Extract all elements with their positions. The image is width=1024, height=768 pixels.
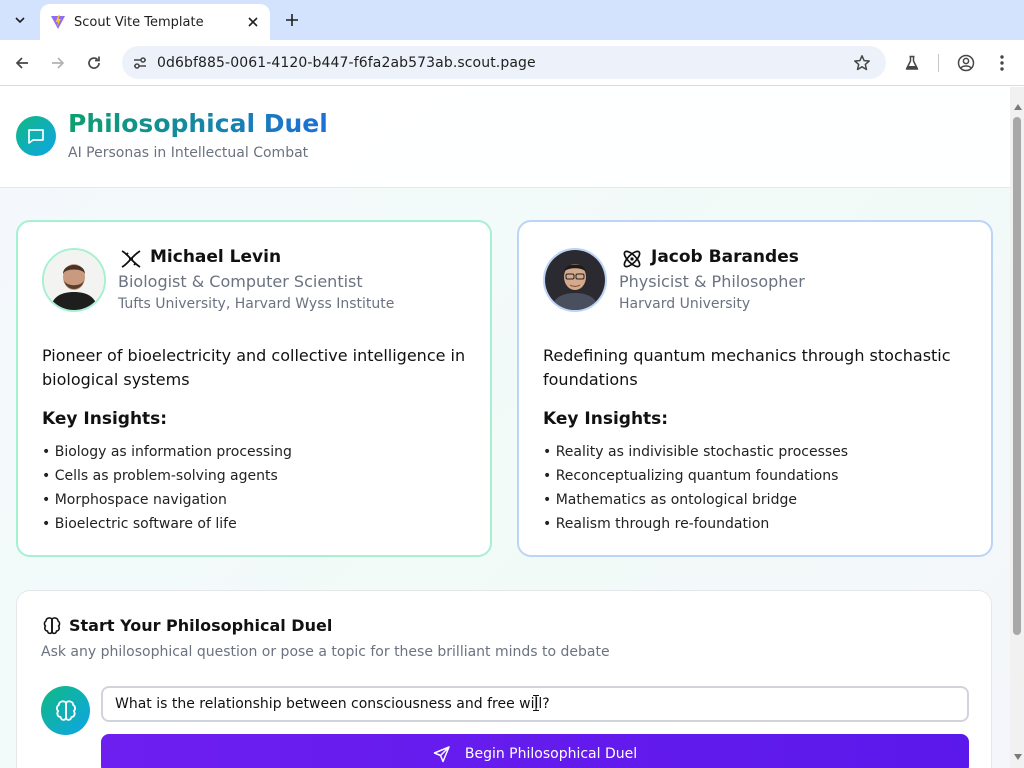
portrait-image bbox=[44, 250, 104, 310]
list-item: • Mathematics as ontological bridge bbox=[543, 492, 797, 508]
list-item: • Reconceptualizing quantum foundations bbox=[543, 468, 839, 484]
tab-title: Scout Vite Template bbox=[74, 14, 204, 30]
insights-list: • Biology as information processing • Ce… bbox=[42, 440, 292, 536]
chevron-down-icon bbox=[15, 17, 25, 24]
more-vertical-icon bbox=[1000, 55, 1004, 71]
forward-button[interactable] bbox=[46, 51, 70, 75]
flask-icon bbox=[905, 55, 919, 70]
labs-button[interactable] bbox=[900, 51, 924, 75]
bookmark-button[interactable] bbox=[850, 51, 874, 75]
reload-icon bbox=[88, 56, 100, 69]
atom-icon bbox=[619, 246, 645, 272]
dna-icon bbox=[118, 246, 144, 272]
begin-duel-button[interactable]: Begin Philosophical Duel bbox=[101, 734, 969, 768]
chat-icon bbox=[28, 129, 44, 144]
insights-list: • Reality as indivisible stochastic proc… bbox=[543, 440, 848, 536]
duel-title: Start Your Philosophical Duel bbox=[69, 616, 333, 635]
persona-institution: Harvard University bbox=[619, 296, 751, 312]
toolbar-divider bbox=[938, 54, 939, 72]
app-subtitle: AI Personas in Intellectual Combat bbox=[68, 145, 309, 161]
account-icon bbox=[957, 54, 975, 72]
tune-icon bbox=[134, 56, 146, 69]
persona-role: Physicist & Philosopher bbox=[619, 272, 805, 291]
app-title: Philosophical Duel bbox=[68, 109, 328, 138]
page-viewport: Philosophical Duel AI Personas in Intell… bbox=[0, 87, 1010, 768]
plus-icon bbox=[286, 14, 298, 26]
persona-name: Jacob Barandes bbox=[651, 247, 799, 267]
browser-tab-strip: Scout Vite Template bbox=[0, 0, 1024, 40]
duel-start-card: Start Your Philosophical Duel Ask any ph… bbox=[16, 590, 992, 768]
url-text: 0d6bf885-0061-4120-b447-f6fa2ab573ab.sco… bbox=[157, 54, 536, 71]
tab-close-button[interactable] bbox=[244, 13, 262, 31]
scrollbar-thumb[interactable] bbox=[1013, 117, 1021, 635]
persona-institution: Tufts University, Harvard Wyss Institute bbox=[118, 296, 395, 312]
arrow-left-icon bbox=[15, 57, 28, 69]
list-item: • Reality as indivisible stochastic proc… bbox=[543, 444, 849, 460]
persona-description: Pioneer of bioelectricity and collective… bbox=[42, 346, 466, 389]
page-scrollbar[interactable] bbox=[1010, 87, 1024, 768]
address-bar[interactable]: 0d6bf885-0061-4120-b447-f6fa2ab573ab.sco… bbox=[122, 46, 886, 79]
app-logo bbox=[16, 116, 56, 156]
scroll-up-arrow-icon[interactable] bbox=[1014, 104, 1022, 110]
avatar bbox=[543, 248, 607, 312]
text-cursor-icon bbox=[533, 695, 539, 711]
persona-description: Redefining quantum mechanics through sto… bbox=[543, 346, 951, 389]
send-icon bbox=[433, 746, 450, 763]
reload-button[interactable] bbox=[82, 51, 106, 75]
list-item: • Cells as problem-solving agents bbox=[42, 468, 278, 484]
tab-search-button[interactable] bbox=[8, 8, 32, 32]
list-item: • Bioelectric software of life bbox=[42, 516, 237, 532]
begin-duel-label: Begin Philosophical Duel bbox=[464, 746, 638, 762]
insights-heading: Key Insights: bbox=[543, 409, 669, 429]
brain-badge bbox=[41, 686, 90, 735]
menu-button[interactable] bbox=[990, 51, 1014, 75]
persona-card-levin: Michael Levin Biologist & Computer Scien… bbox=[16, 220, 492, 557]
portrait-image bbox=[545, 250, 605, 310]
star-icon bbox=[854, 54, 870, 70]
site-info-button[interactable] bbox=[126, 49, 154, 77]
scroll-down-arrow-icon[interactable] bbox=[1014, 754, 1022, 760]
insights-heading: Key Insights: bbox=[42, 409, 168, 429]
brain-icon bbox=[41, 615, 63, 637]
back-button[interactable] bbox=[10, 51, 34, 75]
list-item: • Biology as information processing bbox=[42, 444, 292, 460]
vite-favicon-icon bbox=[51, 15, 65, 29]
profile-button[interactable] bbox=[954, 51, 978, 75]
brain-icon bbox=[55, 699, 76, 721]
close-icon bbox=[248, 17, 258, 27]
arrow-right-icon bbox=[52, 57, 65, 69]
browser-toolbar: 0d6bf885-0061-4120-b447-f6fa2ab573ab.sco… bbox=[0, 40, 1024, 86]
avatar bbox=[42, 248, 106, 312]
app-header: Philosophical Duel AI Personas in Intell… bbox=[0, 87, 1010, 188]
new-tab-button[interactable] bbox=[280, 8, 304, 32]
list-item: • Morphospace navigation bbox=[42, 492, 227, 508]
persona-role: Biologist & Computer Scientist bbox=[118, 272, 363, 291]
persona-name: Michael Levin bbox=[150, 247, 282, 267]
duel-description: Ask any philosophical question or pose a… bbox=[41, 644, 610, 660]
browser-tab[interactable]: Scout Vite Template bbox=[40, 4, 270, 40]
list-item: • Realism through re-foundation bbox=[543, 516, 770, 532]
persona-card-barandes: Jacob Barandes Physicist & Philosopher H… bbox=[517, 220, 993, 557]
